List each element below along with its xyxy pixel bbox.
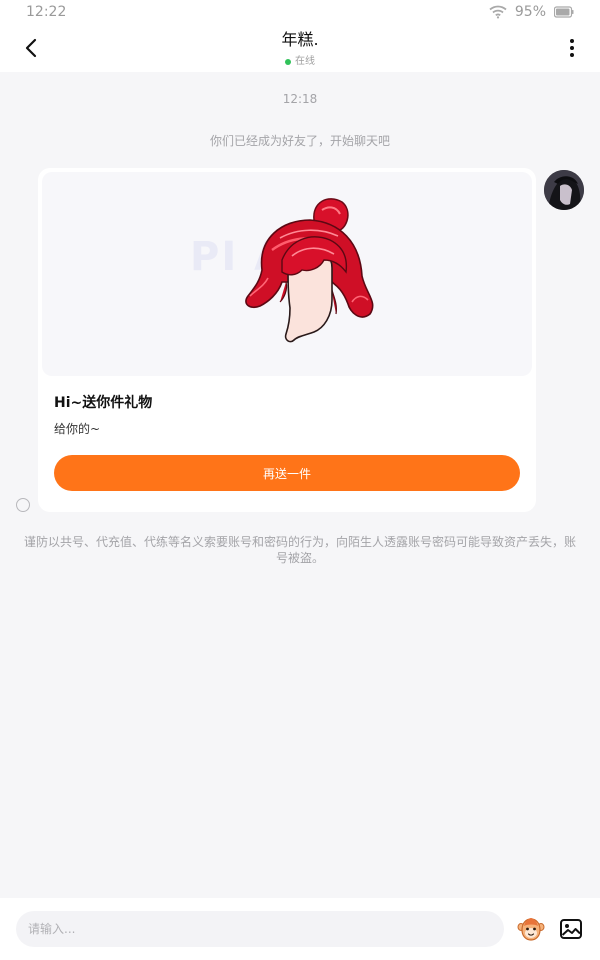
gift-title: Hi~送你件礼物 bbox=[54, 395, 153, 411]
status-time: 12:22 bbox=[26, 4, 67, 20]
message-input[interactable] bbox=[16, 911, 504, 947]
battery-icon bbox=[554, 6, 574, 18]
battery-percent: 95% bbox=[514, 4, 546, 20]
emoji-button[interactable] bbox=[516, 914, 546, 944]
chat-header: 年糕. 在线 bbox=[0, 24, 600, 72]
composer-bar bbox=[0, 898, 600, 960]
image-icon bbox=[560, 919, 582, 939]
chat-timestamp: 12:18 bbox=[282, 92, 318, 106]
status-right: 95% bbox=[489, 4, 574, 20]
send-again-button[interactable]: 再送一件 bbox=[54, 455, 520, 491]
more-button[interactable] bbox=[560, 36, 584, 60]
image-button[interactable] bbox=[558, 916, 584, 942]
system-message: 你们已经成为好友了，开始聊天吧 bbox=[209, 134, 390, 148]
online-dot-icon bbox=[285, 59, 291, 65]
online-status-label: 在线 bbox=[295, 56, 315, 67]
header-title-wrap: 年糕. 在线 bbox=[0, 30, 600, 69]
gift-image: PI​​​ A bbox=[42, 172, 532, 376]
more-vertical-icon bbox=[570, 39, 574, 57]
gift-description: 给你的~ bbox=[54, 422, 101, 436]
emoji-icon bbox=[517, 918, 545, 941]
online-status: 在线 bbox=[285, 56, 315, 68]
page-title: 年糕. bbox=[281, 30, 319, 49]
message-status-circle bbox=[16, 498, 30, 512]
status-bar: 12:22 95% bbox=[0, 0, 600, 24]
avatar[interactable] bbox=[544, 170, 584, 210]
red-hair-gift-icon bbox=[245, 198, 374, 343]
security-warning: 谨防以共号、代充值、代练等名义索要账号和密码的行为，向陌生人透露账号密码可能导致… bbox=[24, 535, 577, 565]
gift-card[interactable]: PI​​​ A Hi~送你件礼物 给你的~ 再送一件 bbox=[38, 168, 536, 512]
wifi-icon bbox=[489, 5, 507, 19]
